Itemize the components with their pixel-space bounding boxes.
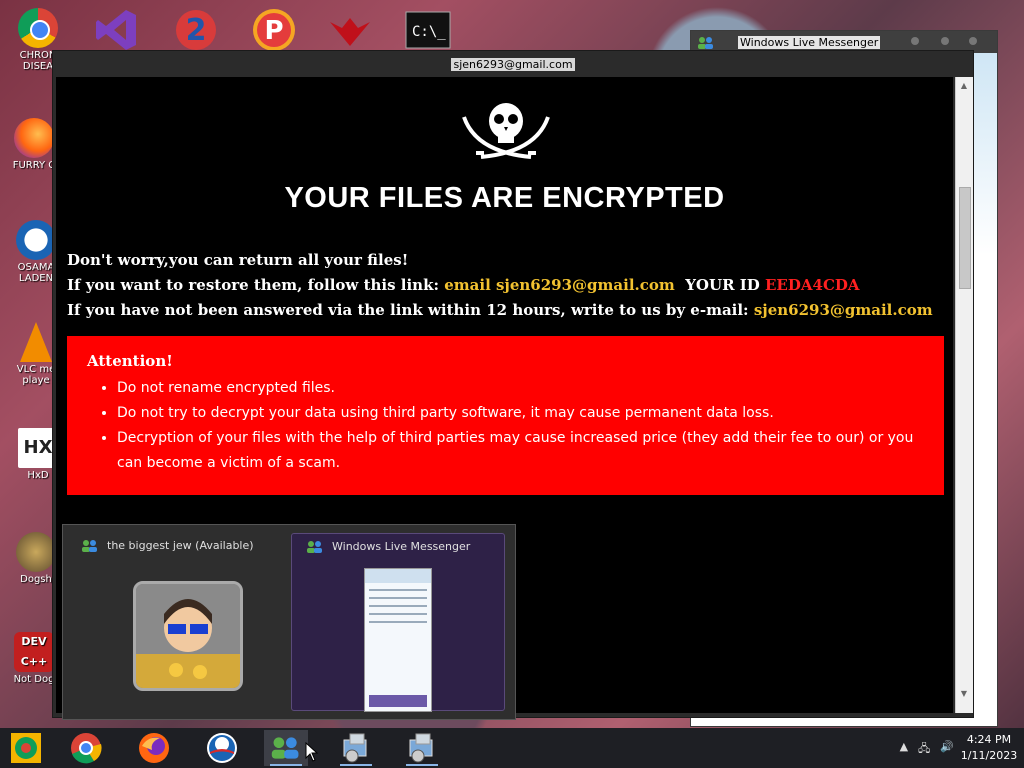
clock-time: 4:24 PM: [966, 733, 1012, 746]
avatar: [133, 581, 243, 691]
installer-icon: [409, 733, 433, 763]
close-button[interactable]: [969, 37, 977, 45]
red-emblem-icon: [330, 18, 370, 46]
attention-list: Do not rename encrypted files. Do not tr…: [97, 376, 944, 476]
messenger-preview: [364, 568, 432, 712]
attention-item: Decryption of your files with the help o…: [117, 426, 944, 476]
devcpp-icon: DEV C++: [14, 632, 54, 672]
start-button[interactable]: [4, 730, 48, 766]
scroll-thumb[interactable]: [959, 187, 971, 289]
dog-image-icon: [16, 532, 56, 572]
scroll-up-arrow-icon[interactable]: ▲: [959, 81, 969, 91]
command-prompt-icon: C:\_: [405, 11, 451, 49]
thumbnail-label: Windows Live Messenger: [332, 540, 471, 553]
attention-item: Do not try to decrypt your data using th…: [117, 401, 944, 426]
email-link[interactable]: email sjen6293@gmail.com: [444, 276, 675, 294]
id-label: YOUR ID: [674, 276, 765, 294]
ransom-scrollbar[interactable]: ▲ ▼: [955, 77, 973, 713]
p-logo-icon: P: [253, 9, 295, 51]
clock-date: 1/11/2023: [960, 749, 1018, 762]
obama-logo-icon: [16, 220, 56, 260]
installer-icon: [343, 733, 367, 763]
attention-box: Attention! Do not rename encrypted files…: [67, 336, 944, 495]
chrome-icon: [71, 733, 102, 764]
svg-text:P: P: [264, 16, 283, 46]
fallback-contact-line: If you have not been answered via the li…: [67, 301, 933, 319]
scroll-down-arrow-icon[interactable]: ▼: [959, 689, 969, 699]
fallback-text: If you have not been answered via the li…: [67, 301, 754, 319]
vlc-cone-icon: [20, 322, 52, 362]
red-logo-desktop-icon[interactable]: [326, 6, 374, 54]
maximize-button[interactable]: [941, 37, 949, 45]
headline: YOUR FILES ARE ENCRYPTED: [284, 182, 725, 214]
start-logo-icon: [11, 733, 41, 763]
mouse-cursor-icon: [305, 742, 319, 762]
cmd-desktop-icon[interactable]: C:\_: [404, 6, 452, 54]
number-two-icon: 2: [176, 10, 216, 50]
taskbar-chrome[interactable]: [64, 730, 108, 766]
obama-logo-icon: [207, 733, 237, 763]
messenger-buddy-icon: [271, 737, 299, 759]
visual-studio-desktop-icon[interactable]: [92, 6, 140, 54]
attention-title: Attention!: [87, 352, 173, 370]
reassurance-line: Don't worry,you can return all your file…: [67, 251, 409, 269]
messenger-buddy-icon: [82, 540, 97, 552]
restore-instructions-line: If you want to restore them, follow this…: [67, 276, 860, 294]
thumbnail-messenger-window[interactable]: Windows Live Messenger: [291, 533, 505, 712]
messenger-buddy-icon: [307, 541, 322, 553]
network-icon[interactable]: 🖧: [918, 740, 930, 759]
taskbar: ▲ 🖧 🔊 4:24 PM 1/11/2023: [0, 728, 1024, 768]
system-tray: ▲ 🖧 🔊: [900, 740, 954, 759]
messenger-title: Windows Live Messenger: [738, 35, 881, 49]
ransom-titlebar[interactable]: sjen6293@gmail.com: [53, 51, 973, 77]
p-game-desktop-icon[interactable]: P: [250, 6, 298, 54]
clock[interactable]: 4:24 PM 1/11/2023: [958, 732, 1020, 764]
ransom-window-title: sjen6293@gmail.com: [451, 57, 575, 71]
taskbar-installer-1[interactable]: [334, 730, 378, 766]
svg-text:C:\_: C:\_: [412, 24, 446, 40]
skull-crossed-swords-icon: [462, 103, 550, 159]
taskbar-obama[interactable]: [200, 730, 244, 766]
firefox-icon: [139, 733, 169, 763]
restore-text: If you want to restore them, follow this…: [67, 276, 445, 294]
taskbar-installer-2[interactable]: [400, 730, 444, 766]
volume-icon[interactable]: 🔊: [940, 740, 954, 759]
svg-text:2: 2: [186, 13, 207, 48]
taskbar-thumbnail-popup: the biggest jew (Available) Windows Live…: [62, 524, 516, 720]
fallback-email: sjen6293@gmail.com: [753, 301, 933, 319]
two-desktop-icon[interactable]: 2: [172, 6, 220, 54]
taskbar-messenger[interactable]: [264, 730, 308, 766]
visual-studio-icon: [96, 10, 136, 50]
victim-id: EEDA4CDA: [765, 276, 860, 294]
minimize-button[interactable]: [911, 37, 919, 45]
show-hidden-icons-icon[interactable]: ▲: [900, 740, 908, 759]
firefox-icon: [14, 118, 54, 158]
taskbar-firefox[interactable]: [132, 730, 176, 766]
attention-item: Do not rename encrypted files.: [117, 376, 944, 401]
chrome-icon: [18, 8, 58, 48]
thumbnail-label: the biggest jew (Available): [107, 539, 254, 552]
thumbnail-contact-window[interactable]: the biggest jew (Available): [67, 533, 285, 709]
